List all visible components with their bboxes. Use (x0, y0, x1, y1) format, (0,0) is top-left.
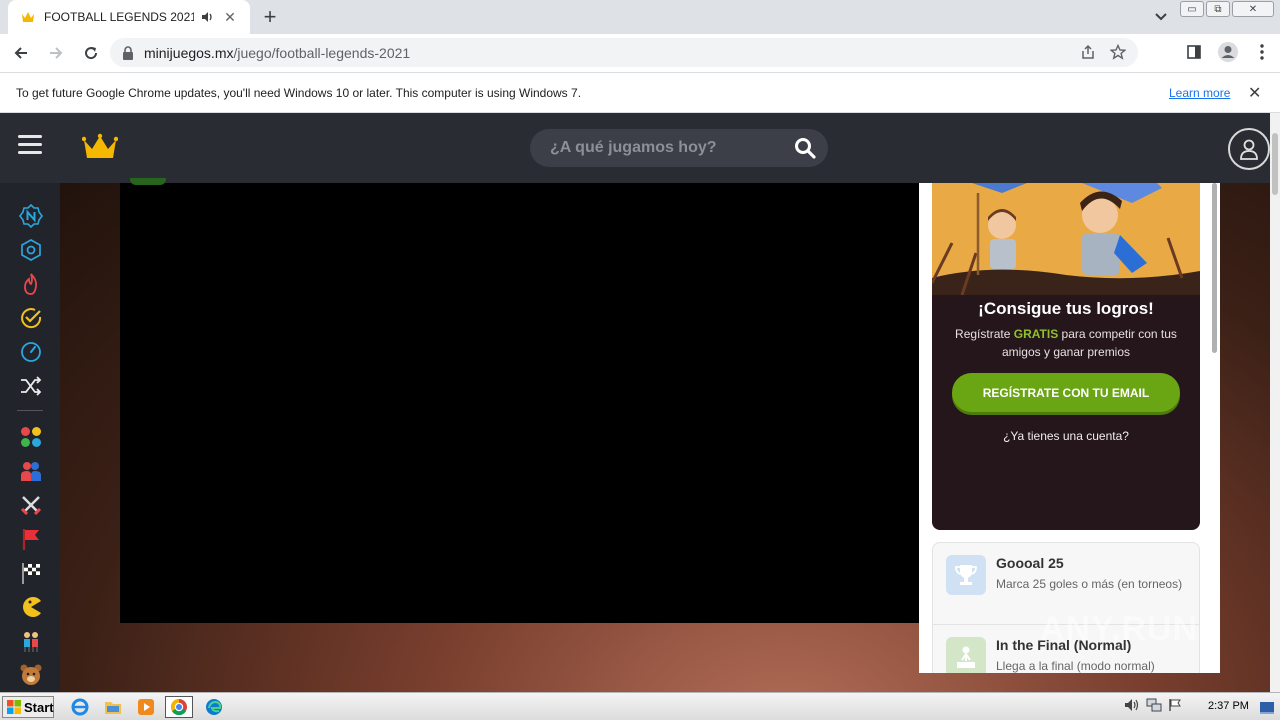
check-icon[interactable] (19, 306, 43, 330)
game-canvas[interactable] (120, 183, 920, 623)
racing-icon[interactable] (19, 561, 43, 585)
achievement-description: Llega a la final (modo normal) (996, 659, 1155, 673)
login-link[interactable]: ¿Ya tienes una cuenta? (932, 429, 1200, 443)
update-infobar: To get future Google Chrome updates, you… (0, 72, 1280, 113)
bookmark-star-icon[interactable] (1109, 43, 1127, 65)
trophy-icon (946, 555, 986, 595)
toolbar-right (1180, 38, 1276, 66)
close-window-button[interactable]: ✕ (1232, 1, 1274, 17)
panel-scrollbar-thumb[interactable] (1212, 183, 1217, 353)
address-bar[interactable]: minijuegos.mx/juego/football-legends-202… (110, 38, 1138, 67)
menu-kebab-icon[interactable] (1248, 38, 1276, 66)
achievement-name: Goooal 25 (996, 555, 1064, 571)
achievement-description: Marca 25 goles o más (en torneos) (996, 577, 1183, 591)
two-players-icon[interactable] (19, 459, 43, 483)
edge-icon[interactable] (200, 696, 228, 718)
user-account-icon[interactable] (1228, 128, 1270, 170)
podium-icon (946, 637, 986, 673)
lock-icon[interactable] (122, 45, 136, 60)
close-tab-icon[interactable]: ✕ (222, 9, 238, 25)
window-controls: ▭ ⧉ ✕ (1180, 1, 1274, 17)
url-text: minijuegos.mx/juego/football-legends-202… (144, 45, 410, 61)
hamburger-menu-icon[interactable] (18, 135, 42, 157)
promo-title: ¡Consigue tus logros! (978, 299, 1154, 318)
bear-icon[interactable] (19, 663, 43, 687)
category-rail (0, 183, 60, 692)
system-tray (1124, 698, 1182, 717)
anyrun-watermark: ANY.RUN (1040, 610, 1199, 648)
crown-logo-icon[interactable] (81, 133, 119, 166)
site-header: ¿A qué jugamos hoy? (0, 113, 1270, 183)
promo-knights-illustration (932, 183, 1200, 296)
kids-icon[interactable] (19, 629, 43, 653)
panel-scrollbar[interactable] (1210, 183, 1219, 673)
register-promo-card: ¡Consigue tus logros! Regístrate GRATIS … (932, 183, 1200, 530)
tab-strip: FOOTBALL LEGENDS 2021 juego ✕ + ▭ ⧉ ✕ (0, 0, 1280, 34)
register-email-button[interactable]: REGÍSTRATE CON TU EMAIL (952, 373, 1180, 412)
game-top-tab (130, 178, 166, 185)
rail-divider (17, 410, 43, 411)
promo-text-before: Regístrate (955, 327, 1014, 341)
pacman-icon[interactable] (19, 595, 43, 619)
chrome-taskbar-icon[interactable] (165, 696, 193, 718)
restore-button[interactable]: ⧉ (1206, 1, 1230, 17)
fire-icon[interactable] (19, 272, 43, 296)
tab-title: FOOTBALL LEGENDS 2021 juego (44, 10, 194, 24)
minimize-button[interactable]: ▭ (1180, 1, 1204, 17)
start-label: Start (24, 699, 54, 715)
page-scrollbar[interactable] (1270, 113, 1280, 692)
audio-playing-icon[interactable] (200, 10, 214, 24)
taskbar-clock[interactable]: 2:37 PM (1208, 700, 1249, 712)
random-icon[interactable] (19, 374, 43, 398)
volume-icon[interactable] (1124, 698, 1140, 717)
tab-search-chevron-icon[interactable] (1150, 6, 1172, 28)
promo-text-gratis: GRATIS (1013, 327, 1059, 341)
browser-tab[interactable]: FOOTBALL LEGENDS 2021 juego ✕ (8, 0, 250, 34)
show-desktop-icon[interactable] (1260, 701, 1274, 714)
new-icon[interactable] (19, 204, 43, 228)
infobar-message: To get future Google Chrome updates, you… (16, 85, 582, 100)
profile-icon[interactable] (1214, 38, 1242, 66)
flag-icon[interactable] (19, 527, 43, 551)
side-panel-icon[interactable] (1180, 38, 1208, 66)
omnibox-actions (1080, 43, 1127, 65)
crown-favicon-icon (20, 9, 36, 25)
page-scrollbar-thumb[interactable] (1272, 133, 1278, 195)
share-icon[interactable] (1080, 44, 1096, 65)
internet-explorer-icon[interactable] (66, 696, 94, 718)
popular-icon[interactable] (19, 238, 43, 262)
swords-icon[interactable] (19, 493, 43, 517)
categories-icon[interactable] (19, 425, 43, 449)
url-path: /juego/football-legends-2021 (233, 44, 411, 61)
reload-button[interactable] (77, 39, 105, 67)
promo-description: Regístrate GRATIS para competir con tus … (952, 325, 1180, 361)
windows-logo-icon (7, 700, 21, 714)
search-placeholder: ¿A qué jugamos hoy? (550, 139, 717, 156)
start-button[interactable]: Start (2, 696, 54, 718)
browser-toolbar: minijuegos.mx/juego/football-legends-202… (0, 34, 1280, 72)
forward-button[interactable] (42, 39, 70, 67)
learn-more-link[interactable]: Learn more (1169, 86, 1230, 100)
network-icon[interactable] (1146, 698, 1162, 717)
achievements-list: Goooal 25 Marca 25 goles o más (en torne… (932, 542, 1200, 673)
speed-icon[interactable] (19, 340, 43, 364)
achievements-panel: ¡Consigue tus logros! Regístrate GRATIS … (919, 183, 1220, 673)
infobar-close-icon[interactable]: ✕ (1248, 83, 1261, 103)
url-host: minijuegos.mx (144, 44, 234, 61)
windows-taskbar: Start 2:37 PM (0, 692, 1280, 720)
back-button[interactable] (7, 39, 35, 67)
game-search-box[interactable]: ¿A qué jugamos hoy? (530, 129, 828, 167)
file-explorer-icon[interactable] (99, 696, 127, 718)
action-center-flag-icon[interactable] (1168, 698, 1182, 717)
media-player-icon[interactable] (132, 696, 160, 718)
new-tab-button[interactable]: + (258, 5, 282, 29)
search-icon[interactable] (794, 137, 816, 164)
